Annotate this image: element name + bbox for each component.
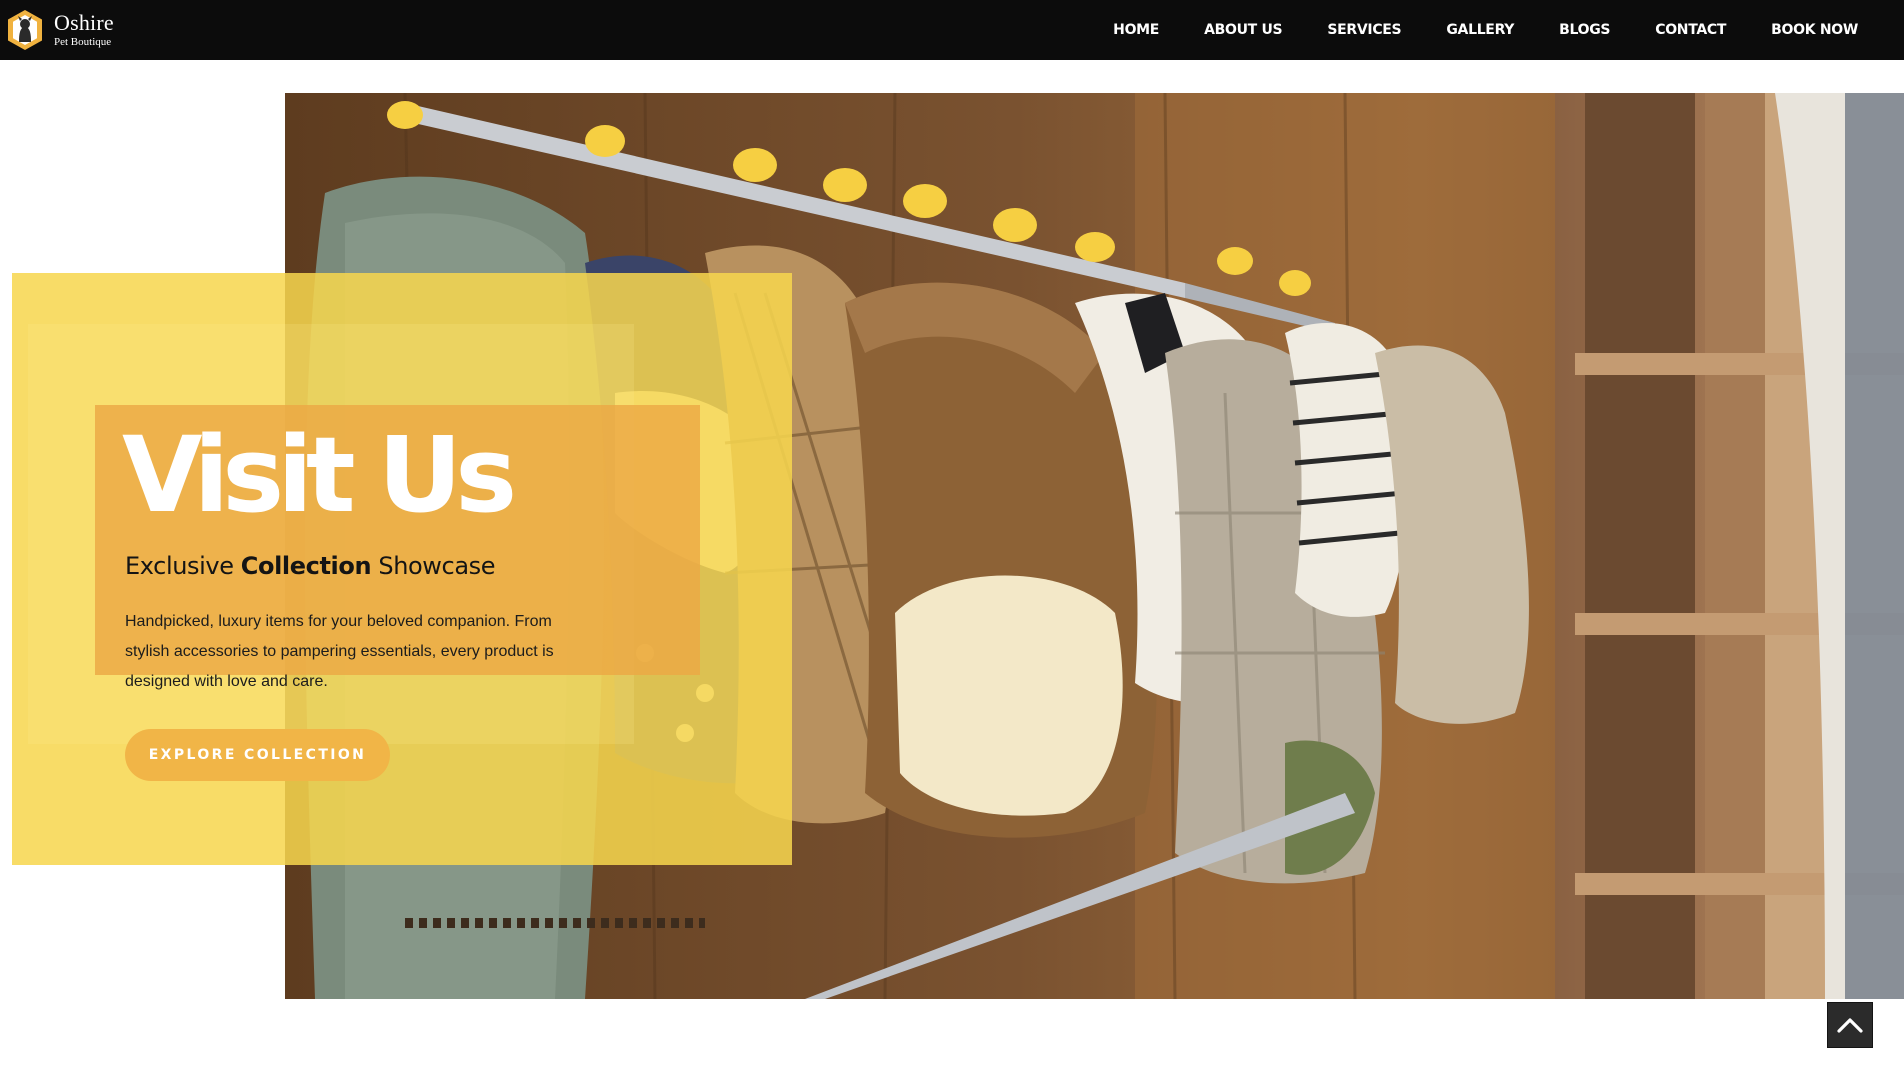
nav-item-contact[interactable]: CONTACT (1655, 22, 1726, 38)
chevron-up-icon (1837, 1018, 1863, 1033)
nav-item-about-us[interactable]: ABOUT US (1204, 22, 1283, 38)
brand-name: Oshire (54, 10, 114, 35)
site-header: Oshire Pet Boutique HOME ABOUT US SERVIC… (0, 0, 1904, 60)
nav-item-book-now[interactable]: BOOK NOW (1771, 22, 1858, 38)
brand-link[interactable]: Oshire Pet Boutique (6, 8, 114, 52)
nav-item-home[interactable]: HOME (1113, 22, 1159, 38)
nav-item-services[interactable]: SERVICES (1327, 22, 1401, 38)
hero-subtitle: Exclusive Collection Showcase (125, 552, 496, 580)
hero-subtitle-bold: Collection (240, 552, 372, 580)
brand-tagline: Pet Boutique (54, 36, 112, 48)
hero-subtitle-post: Showcase (371, 552, 496, 580)
hero-title: Visit Us (122, 414, 517, 536)
scroll-to-top-button[interactable] (1827, 1002, 1873, 1048)
main-nav: HOME ABOUT US SERVICES GALLERY BLOGS CON… (1113, 0, 1858, 60)
hero-subtitle-pre: Exclusive (125, 552, 241, 580)
hero-description: Handpicked, luxury items for your belove… (125, 613, 554, 690)
nav-item-blogs[interactable]: BLOGS (1559, 22, 1610, 38)
explore-collection-button[interactable]: EXPLORE COLLECTION (125, 729, 390, 781)
brand-logo-icon (8, 10, 42, 50)
nav-item-gallery[interactable]: GALLERY (1446, 22, 1514, 38)
